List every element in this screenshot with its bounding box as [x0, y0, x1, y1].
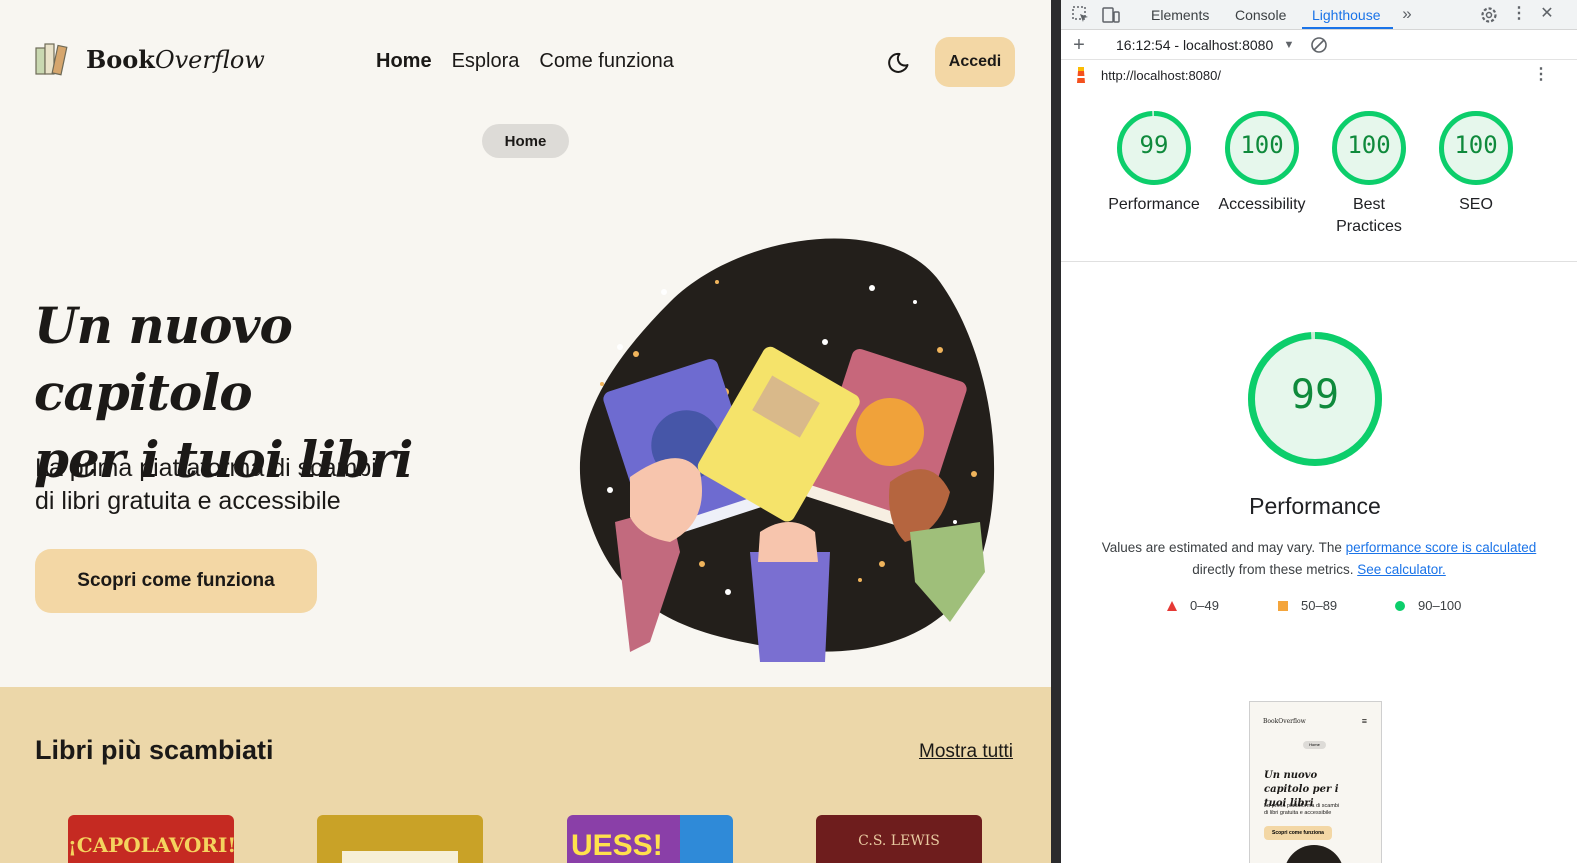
performance-title: Performance: [1249, 493, 1381, 519]
nav-home[interactable]: Home: [376, 50, 432, 73]
main-nav: Home Esplora Come funziona: [376, 50, 674, 73]
thumb-illustration: [1284, 845, 1344, 863]
thumb-menu-icon: ≡: [1361, 716, 1367, 726]
score-value: 100: [1347, 131, 1391, 159]
green-circle-icon: [1395, 600, 1405, 611]
see-calculator-link[interactable]: See calculator.: [1357, 562, 1446, 577]
tab-elements[interactable]: Elements: [1151, 7, 1209, 23]
thumb-pill: Home: [1303, 741, 1326, 749]
more-options-kebab-icon[interactable]: ⋮: [1509, 4, 1529, 24]
clear-reports-icon[interactable]: [1309, 35, 1329, 55]
thumb-subtitle: La prima piattaforma di scambi di libri …: [1264, 803, 1340, 816]
hero-books-illustration: [579, 238, 995, 662]
device-toolbar-icon[interactable]: [1101, 5, 1121, 25]
report-selector[interactable]: 16:12:54 - localhost:8080: [1116, 37, 1273, 53]
books-logo-icon: [35, 43, 68, 76]
breadcrumb-pill: Home: [482, 124, 569, 158]
section-title: Libri più scambiati: [35, 735, 274, 765]
book-cover[interactable]: [317, 815, 483, 863]
tab-console[interactable]: Console: [1235, 7, 1286, 23]
score-label: SEO: [1459, 196, 1493, 213]
panel-divider[interactable]: [1051, 0, 1061, 863]
score-label: Performance: [1108, 196, 1200, 213]
hero-subtitle: La prima piattaforma di scambi di libri …: [35, 454, 377, 515]
legend-fail: 0–49: [1166, 598, 1219, 613]
tab-lighthouse[interactable]: Lighthouse: [1312, 7, 1381, 23]
orange-square-icon: [1278, 600, 1288, 611]
score-value: 100: [1454, 131, 1498, 159]
logo-text: BookOverflow: [86, 44, 265, 74]
score-value: 100: [1240, 131, 1284, 159]
nav-esplora[interactable]: Esplora: [452, 50, 520, 73]
thumb-logo: BookOverflow: [1263, 718, 1306, 725]
book-cover[interactable]: UESS!: [567, 815, 733, 863]
score-label: Best Practices: [1336, 196, 1402, 235]
login-button[interactable]: Accedi: [935, 37, 1015, 87]
lighthouse-icon: [1077, 67, 1085, 83]
score-label: Accessibility: [1218, 196, 1306, 213]
nav-come-funziona[interactable]: Come funziona: [539, 50, 674, 73]
more-tabs-chevron-icon[interactable]: »: [1397, 4, 1417, 24]
show-all-link[interactable]: Mostra tutti: [919, 741, 1013, 763]
devtools-panel: Elements Console Lighthouse » ⋮ ✕ + 16:1…: [1061, 0, 1577, 863]
book-cover[interactable]: C.S. LEWIS: [816, 815, 982, 863]
score-calculated-link[interactable]: performance score is calculated: [1346, 540, 1537, 555]
divider-line: [1061, 261, 1577, 262]
report-menu-kebab-icon[interactable]: ⋮: [1531, 65, 1551, 85]
legend-average: 50–89: [1277, 598, 1337, 613]
thumb-cta: Scopri come funziona: [1264, 826, 1332, 840]
performance-main-score: 99: [1290, 372, 1340, 418]
dropdown-caret-icon[interactable]: ▼: [1279, 35, 1299, 55]
legend-pass: 90–100: [1394, 598, 1461, 613]
cover-decoration: [342, 851, 458, 863]
inspect-element-icon[interactable]: [1071, 5, 1091, 25]
logo[interactable]: BookOverflow: [34, 40, 265, 78]
popular-books-section: Libri più scambiati Mostra tutti ¡CAPOLA…: [0, 687, 1051, 863]
performance-description: Values are estimated and may vary. The p…: [1101, 540, 1537, 577]
url-row: http://localhost:8080/ ⋮: [1061, 60, 1577, 90]
red-triangle-icon: [1167, 600, 1177, 611]
close-devtools-icon[interactable]: ✕: [1537, 4, 1557, 24]
cta-button[interactable]: Scopri come funziona: [35, 549, 317, 613]
score-value: 99: [1139, 131, 1169, 159]
new-report-plus-icon[interactable]: +: [1069, 35, 1089, 55]
active-tab-underline: [1302, 27, 1393, 29]
dark-mode-moon-icon[interactable]: [886, 50, 912, 76]
report-url: http://localhost:8080/: [1101, 68, 1221, 83]
website-viewport: BookOverflow Home Esplora Come funziona …: [0, 0, 1051, 863]
book-cover[interactable]: ¡CAPOLAVORI!: [68, 815, 234, 863]
devtools-tab-bar: Elements Console Lighthouse » ⋮ ✕: [1061, 0, 1577, 30]
settings-gear-icon[interactable]: [1479, 5, 1499, 25]
report-toolbar: + 16:12:54 - localhost:8080 ▼: [1061, 30, 1577, 60]
page-screenshot-thumbnail[interactable]: BookOverflow ≡ Home Un nuovo capitolo pe…: [1249, 701, 1382, 863]
